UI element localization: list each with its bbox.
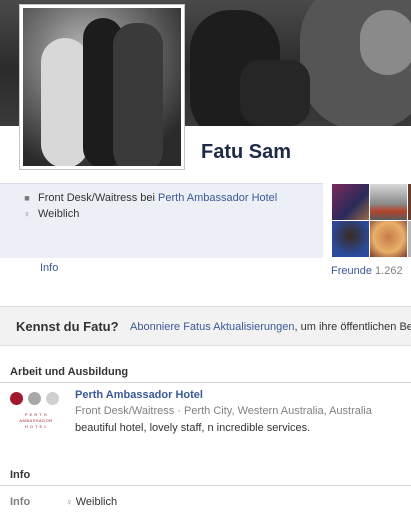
- employer-logo[interactable]: P E R T H AMBASSADOR H O T E L: [10, 392, 62, 434]
- photo-figure: [41, 38, 89, 166]
- profile-name[interactable]: Fatu Sam: [201, 141, 291, 164]
- work-prefix: Front Desk/Waitress bei: [38, 192, 159, 204]
- friend-thumbnail[interactable]: [332, 184, 369, 220]
- gender-line: ♀ Weiblich: [22, 208, 80, 220]
- person-icon: ♀: [23, 209, 31, 219]
- info-row-label: Info: [10, 496, 31, 508]
- gender-value: Weiblich: [75, 496, 118, 508]
- profile-picture[interactable]: [19, 4, 185, 170]
- friends-thumbnails[interactable]: [332, 184, 411, 258]
- friend-thumbnail[interactable]: [332, 221, 369, 257]
- cover-shape: [360, 10, 411, 75]
- logo-text-line: H O T E L: [24, 424, 48, 429]
- logo-dot: [28, 392, 41, 405]
- work-line: ■ Front Desk/Waitress bei Perth Ambassado…: [22, 192, 277, 204]
- logo-dot: [10, 392, 23, 405]
- workplace-link[interactable]: Perth Ambassador Hotel: [158, 192, 277, 204]
- know-title: Kennst du Fatu?: [16, 319, 119, 334]
- work-section-title: Arbeit und Ausbildung: [10, 366, 129, 378]
- employer-name-link[interactable]: Perth Ambassador Hotel: [75, 389, 203, 401]
- briefcase-icon: ■: [24, 193, 30, 203]
- employer-position: Front Desk/Waitress · Perth City, Wester…: [75, 405, 372, 417]
- gender-value: Weiblich: [38, 208, 80, 220]
- person-icon: ♀: [66, 497, 73, 507]
- divider: [0, 485, 411, 486]
- cover-shape: [240, 60, 310, 126]
- friend-thumbnail[interactable]: [370, 184, 407, 220]
- info-section-title: Info: [10, 469, 31, 481]
- logo-text: P E R T H AMBASSADOR H O T E L: [10, 412, 62, 430]
- subscribe-link[interactable]: Abonniere Fatus Aktualisierungen: [130, 321, 295, 333]
- know-banner: Kennst du Fatu? Abonniere Fatus Aktualis…: [0, 306, 411, 346]
- know-text: Abonniere Fatus Aktualisierungen, um ihr…: [130, 321, 411, 333]
- friends-number: 1.262: [375, 265, 403, 277]
- info-row-value: ♀ Weiblich: [66, 496, 117, 508]
- know-text-rest: , um ihre öffentlichen Beit: [294, 321, 411, 333]
- profile-photo: [23, 8, 181, 166]
- tab-info[interactable]: Info: [40, 262, 58, 274]
- photo-figure: [113, 23, 163, 166]
- divider: [0, 382, 411, 383]
- friends-count[interactable]: Freunde 1.262: [331, 265, 403, 277]
- friends-label[interactable]: Freunde: [331, 265, 372, 277]
- friend-thumbnail[interactable]: [370, 221, 407, 257]
- logo-dot: [46, 392, 59, 405]
- employer-description: beautiful hotel, lovely staff, n incredi…: [75, 422, 311, 434]
